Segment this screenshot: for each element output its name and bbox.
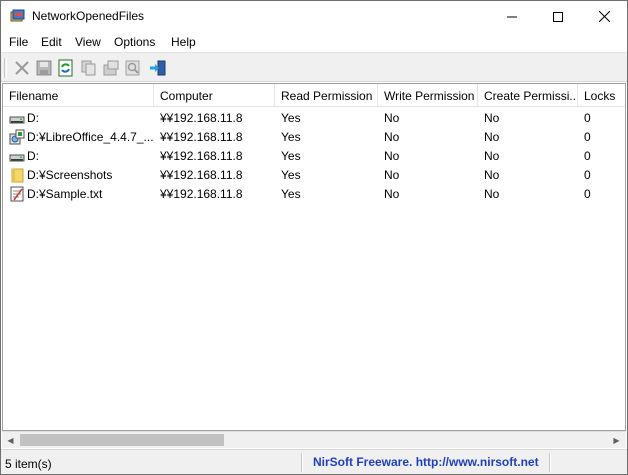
exit-icon[interactable] — [149, 59, 167, 77]
toolbar — [1, 52, 627, 82]
cell-filename: D:¥Sample.txt — [27, 187, 103, 201]
table-row[interactable]: D: ¥¥192.168.11.8 Yes No No 0 — [3, 146, 625, 165]
files-list[interactable]: Filename Computer Read Permission Write … — [2, 83, 626, 431]
drive-icon — [9, 116, 25, 124]
column-header-filename[interactable]: Filename — [3, 84, 154, 107]
properties-icon[interactable] — [102, 59, 120, 77]
close-button[interactable] — [581, 1, 627, 32]
cell-read-permission: Yes — [281, 187, 301, 201]
list-header: Filename Computer Read Permission Write … — [3, 84, 625, 107]
cell-create-permission: No — [484, 130, 500, 144]
refresh-icon[interactable] — [57, 59, 75, 77]
cell-locks: 0 — [584, 149, 591, 163]
find-icon[interactable] — [124, 59, 142, 77]
horizontal-scrollbar[interactable]: ◀ ▶ — [2, 431, 626, 448]
column-header-computer[interactable]: Computer — [154, 84, 275, 107]
app-icon — [10, 9, 25, 22]
cell-computer: ¥¥192.168.11.8 — [160, 168, 243, 182]
status-divider — [301, 453, 303, 472]
status-divider — [549, 453, 551, 472]
close-icon — [598, 11, 610, 22]
cell-read-permission: Yes — [281, 168, 301, 182]
menu-file[interactable]: File — [9, 35, 28, 49]
item-count: 5 item(s) — [5, 457, 52, 471]
cell-computer: ¥¥192.168.11.8 — [160, 187, 243, 201]
cell-filename: D: — [27, 111, 39, 125]
scrollbar-thumb[interactable] — [20, 434, 224, 446]
folder-icon — [11, 168, 24, 183]
save-icon[interactable] — [35, 59, 53, 77]
cell-locks: 0 — [584, 130, 591, 144]
cell-read-permission: Yes — [281, 149, 301, 163]
menu-options[interactable]: Options — [114, 35, 155, 49]
scroll-left-arrow-icon[interactable]: ◀ — [2, 432, 19, 449]
maximize-icon — [553, 11, 563, 22]
text-file-icon — [10, 186, 24, 202]
window-title: NetworkOpenedFiles — [32, 9, 145, 23]
status-bar: 5 item(s) NirSoft Freeware. http://www.n… — [1, 449, 627, 474]
scroll-right-arrow-icon[interactable]: ▶ — [608, 432, 625, 449]
column-header-create-permission[interactable]: Create Permissi... — [478, 84, 578, 107]
cell-read-permission: Yes — [281, 130, 301, 144]
cell-create-permission: No — [484, 168, 500, 182]
table-row[interactable]: D:¥Screenshots ¥¥192.168.11.8 Yes No No … — [3, 165, 625, 184]
close-files-icon[interactable] — [13, 59, 31, 77]
table-row[interactable]: D: ¥¥192.168.11.8 Yes No No 0 — [3, 108, 625, 127]
nirsoft-link[interactable]: NirSoft Freeware. http://www.nirsoft.net — [313, 455, 539, 469]
app-window: NetworkOpenedFiles File Edit View Option… — [0, 0, 628, 475]
table-row[interactable]: D:¥Sample.txt ¥¥192.168.11.8 Yes No No 0 — [3, 184, 625, 203]
menu-edit[interactable]: Edit — [41, 35, 62, 49]
installer-icon — [9, 129, 25, 145]
cell-filename: D: — [27, 149, 39, 163]
cell-computer: ¥¥192.168.11.8 — [160, 111, 243, 125]
cell-write-permission: No — [384, 149, 400, 163]
cell-locks: 0 — [584, 187, 591, 201]
table-row[interactable]: D:¥LibreOffice_4.4.7_... ¥¥192.168.11.8 … — [3, 127, 625, 146]
cell-locks: 0 — [584, 111, 591, 125]
maximize-button[interactable] — [535, 1, 581, 32]
cell-write-permission: No — [384, 168, 400, 182]
cell-create-permission: No — [484, 187, 500, 201]
toolbar-grip — [4, 58, 7, 78]
minimize-icon — [507, 16, 517, 17]
cell-create-permission: No — [484, 149, 500, 163]
cell-create-permission: No — [484, 111, 500, 125]
cell-computer: ¥¥192.168.11.8 — [160, 130, 243, 144]
column-header-write-permission[interactable]: Write Permission — [378, 84, 478, 107]
cell-write-permission: No — [384, 111, 400, 125]
copy-icon[interactable] — [80, 59, 98, 77]
cell-computer: ¥¥192.168.11.8 — [160, 149, 243, 163]
menu-help[interactable]: Help — [171, 35, 196, 49]
drive-icon — [9, 154, 25, 162]
menu-view[interactable]: View — [75, 35, 101, 49]
column-header-read-permission[interactable]: Read Permission — [275, 84, 378, 107]
cell-filename: D:¥Screenshots — [27, 168, 113, 182]
cell-read-permission: Yes — [281, 111, 301, 125]
cell-locks: 0 — [584, 168, 591, 182]
cell-filename: D:¥LibreOffice_4.4.7_... — [27, 130, 153, 144]
minimize-button[interactable] — [489, 1, 535, 32]
cell-write-permission: No — [384, 187, 400, 201]
menu-bar: File Edit View Options Help — [1, 32, 627, 52]
title-bar: NetworkOpenedFiles — [1, 1, 627, 32]
column-header-locks[interactable]: Locks — [578, 84, 625, 107]
cell-write-permission: No — [384, 130, 400, 144]
